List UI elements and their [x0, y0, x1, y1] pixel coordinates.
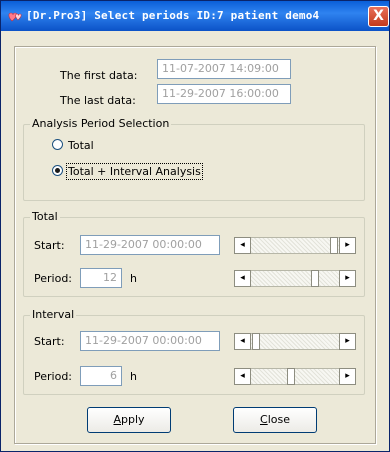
- interval-period-scrollbar[interactable]: ◂ ▸: [234, 368, 356, 385]
- scroll-left-icon[interactable]: ◂: [234, 368, 251, 385]
- last-data-field: 11-29-2007 16:00:00: [157, 84, 291, 104]
- last-data-label: The last data:: [60, 94, 136, 107]
- dialog-content: The first data: 11-07-2007 14:09:00 The …: [4, 31, 386, 450]
- close-window-button[interactable]: X: [368, 6, 389, 27]
- scroll-right-icon[interactable]: ▸: [339, 270, 356, 287]
- analysis-period-group: Analysis Period Selection Total Total + …: [23, 117, 365, 201]
- radio-total-interval[interactable]: [52, 165, 63, 176]
- total-period-unit: h: [130, 272, 137, 285]
- total-period-thumb[interactable]: [310, 270, 319, 287]
- total-period-scrollbar[interactable]: ◂ ▸: [234, 270, 356, 287]
- radio-total-interval-label[interactable]: Total + Interval Analysis: [66, 163, 203, 180]
- first-data-field: 11-07-2007 14:09:00: [157, 59, 291, 79]
- interval-group: Interval Start: 11-29-2007 00:00:00 ◂ ▸ …: [23, 308, 365, 395]
- radio-total[interactable]: [52, 139, 63, 150]
- total-start-field: 11-29-2007 00:00:00: [80, 235, 220, 255]
- total-start-label: Start:: [34, 239, 65, 252]
- title-bar[interactable]: [Dr.Pro3] Select periods ID:7 patient de…: [1, 1, 389, 31]
- scroll-right-icon[interactable]: ▸: [339, 368, 356, 385]
- interval-legend: Interval: [30, 308, 77, 321]
- scroll-left-icon[interactable]: ◂: [234, 270, 251, 287]
- total-legend: Total: [30, 210, 60, 223]
- total-period-label: Period:: [34, 272, 73, 285]
- radio-total-label[interactable]: Total: [68, 139, 94, 152]
- outer-frame: The first data: 11-07-2007 14:09:00 The …: [14, 46, 376, 444]
- apply-accelerator: A: [113, 413, 121, 426]
- close-label: lose: [267, 413, 290, 426]
- interval-start-label: Start:: [34, 335, 65, 348]
- dialog-window: [Dr.Pro3] Select periods ID:7 patient de…: [0, 0, 390, 452]
- radio-selected-dot: [55, 168, 60, 173]
- apply-label: pply: [121, 413, 145, 426]
- scroll-right-icon[interactable]: ▸: [339, 237, 356, 254]
- interval-start-field: 11-29-2007 00:00:00: [80, 331, 220, 351]
- total-start-scrollbar[interactable]: ◂ ▸: [234, 237, 356, 254]
- total-period-field[interactable]: 12: [80, 268, 122, 288]
- total-start-thumb[interactable]: [330, 237, 338, 254]
- first-data-label: The first data:: [60, 69, 138, 82]
- total-group: Total Start: 11-29-2007 00:00:00 ◂ ▸ Per…: [23, 210, 365, 297]
- hearts-icon: [8, 12, 22, 22]
- scroll-left-icon[interactable]: ◂: [234, 333, 251, 350]
- interval-start-thumb[interactable]: [252, 333, 260, 350]
- scroll-right-icon[interactable]: ▸: [339, 333, 356, 350]
- close-accelerator: C: [260, 413, 268, 426]
- interval-period-unit: h: [130, 370, 137, 383]
- interval-start-scrollbar[interactable]: ◂ ▸: [234, 333, 356, 350]
- interval-period-label: Period:: [34, 370, 73, 383]
- apply-button[interactable]: Apply: [87, 407, 171, 433]
- scroll-left-icon[interactable]: ◂: [234, 237, 251, 254]
- close-button[interactable]: Close: [233, 407, 317, 433]
- analysis-period-legend: Analysis Period Selection: [30, 117, 172, 130]
- interval-period-thumb[interactable]: [287, 368, 296, 385]
- interval-period-field[interactable]: 6: [80, 366, 122, 386]
- window-title: [Dr.Pro3] Select periods ID:7 patient de…: [26, 9, 320, 22]
